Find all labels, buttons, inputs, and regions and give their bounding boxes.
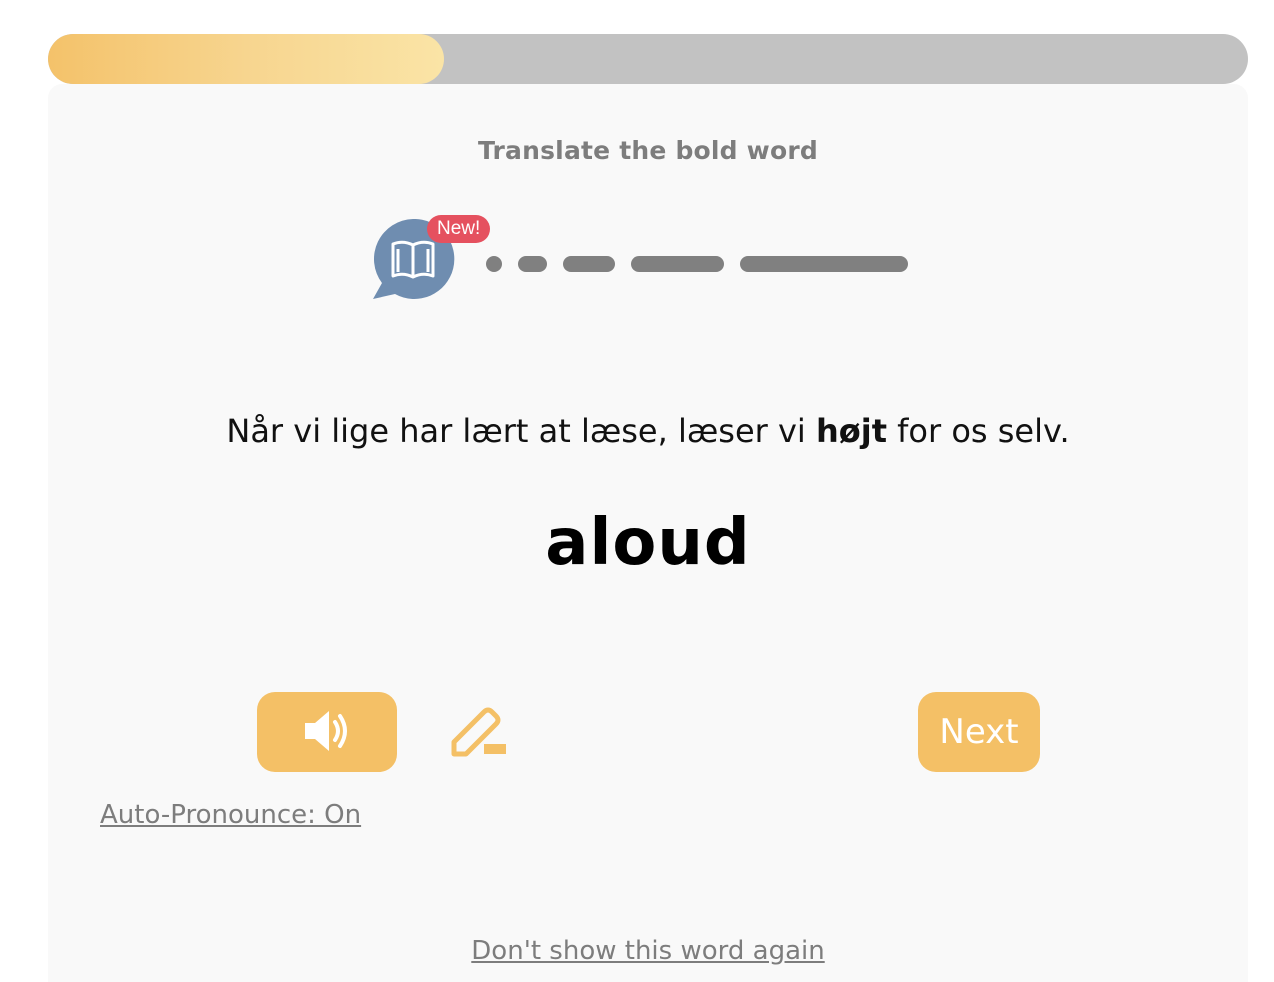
level-bar — [486, 256, 502, 272]
pencil-edit-icon[interactable] — [448, 704, 510, 760]
pronounce-button[interactable] — [257, 692, 397, 772]
instruction-text: Translate the bold word — [478, 136, 818, 165]
sentence-bold-word: højt — [815, 412, 887, 450]
level-bar — [518, 256, 547, 272]
sentence-after: for os selv. — [886, 412, 1070, 450]
sentence-before: Når vi lige har lært at læse, læser vi — [226, 412, 816, 450]
level-bar — [740, 256, 908, 272]
next-button[interactable]: Next — [918, 692, 1040, 772]
hide-word-link[interactable]: Don't show this word again — [48, 936, 1248, 966]
auto-pronounce-toggle[interactable]: Auto-Pronounce: On — [100, 800, 361, 830]
example-sentence: Når vi lige har lært at læse, læser vi h… — [48, 412, 1248, 450]
progress-fill — [48, 34, 444, 84]
level-bar — [631, 256, 724, 272]
level-bar — [563, 256, 615, 272]
speaker-icon — [303, 709, 351, 756]
flashcard: Translate the bold word New! Når vi lige… — [48, 84, 1248, 982]
new-badge: New! — [427, 215, 491, 243]
progress-bar — [48, 34, 1248, 84]
translation-word: aloud — [545, 506, 751, 580]
